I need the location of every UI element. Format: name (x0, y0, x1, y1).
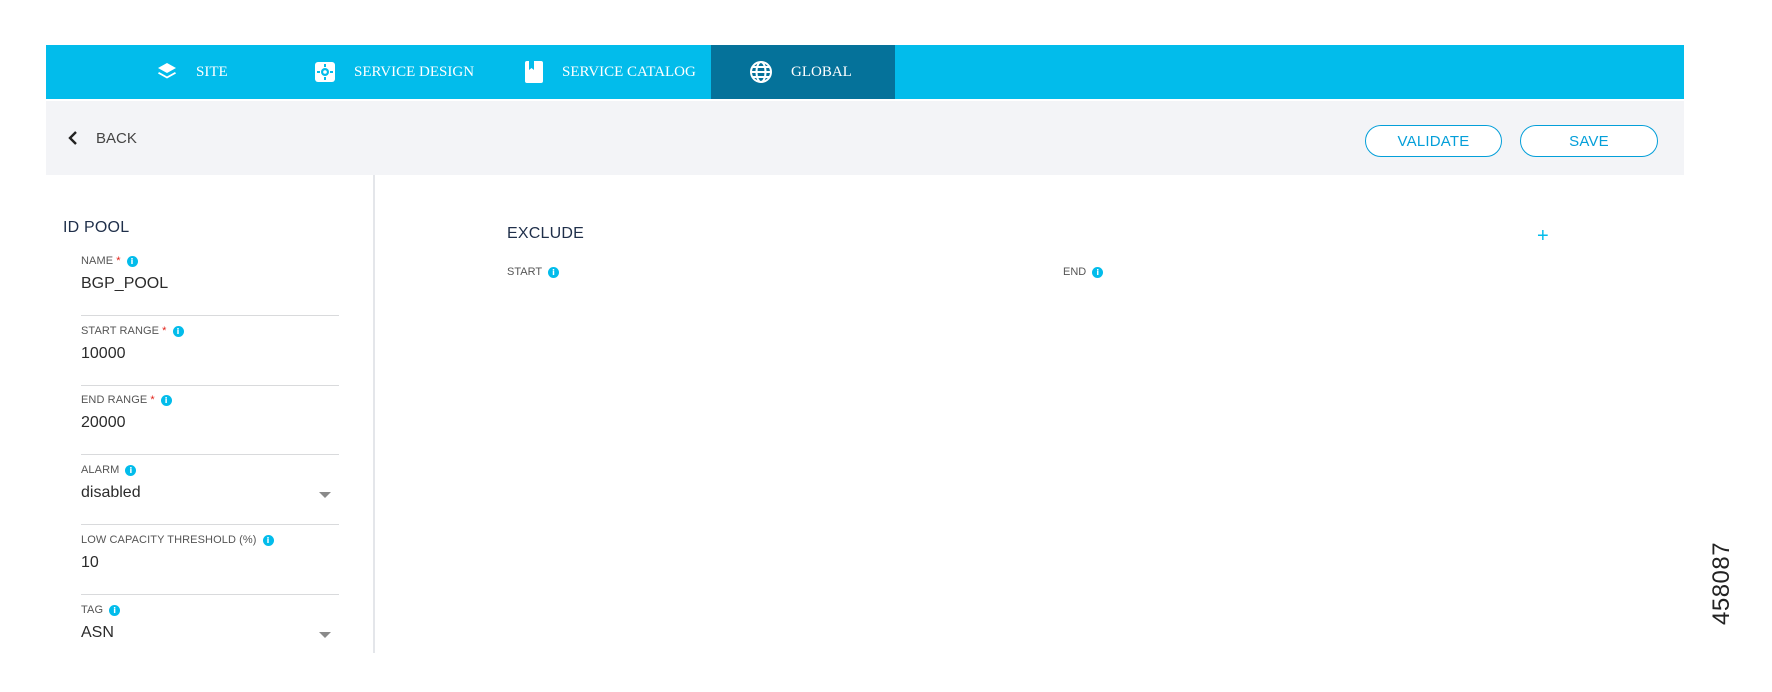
book-icon (524, 60, 544, 84)
field-label: TAG i (81, 604, 121, 616)
id-pool-panel: ID POOL NAME * i BGP_POOL START RANGE * i 10… (46, 175, 375, 653)
chevron-down-icon[interactable] (319, 632, 331, 638)
name-field[interactable]: NAME * i BGP_POOL (81, 255, 339, 316)
required-marker: * (116, 255, 121, 267)
tag-select[interactable]: TAG i ASN (81, 604, 339, 664)
id-pool-title: ID POOL (63, 219, 130, 236)
back-label: BACK (96, 129, 137, 147)
info-icon[interactable]: i (126, 255, 138, 267)
field-label: LOW CAPACITY THRESHOLD (%) i (81, 534, 274, 546)
end-range-field[interactable]: END RANGE * i 20000 (81, 394, 339, 455)
back-button[interactable]: BACK (68, 101, 137, 175)
alarm-value: disabled (81, 484, 141, 501)
service-design-icon (314, 61, 336, 83)
info-icon[interactable]: i (125, 464, 137, 476)
info-icon[interactable]: i (1092, 266, 1104, 278)
tab-label: SITE (196, 63, 228, 80)
field-label: ALARM i (81, 464, 137, 476)
start-range-field[interactable]: START RANGE * i 10000 (81, 325, 339, 386)
info-icon[interactable]: i (172, 325, 184, 337)
chevron-down-icon[interactable] (319, 492, 331, 498)
tab-global[interactable]: GLOBAL (711, 45, 895, 99)
figure-id: 458087 (1708, 541, 1735, 625)
field-label: START RANGE * i (81, 325, 184, 337)
info-icon[interactable]: i (262, 534, 274, 546)
end-range-value: 20000 (81, 414, 126, 431)
required-marker: * (162, 325, 167, 337)
field-label: NAME * i (81, 255, 138, 267)
info-icon[interactable]: i (109, 604, 121, 616)
threshold-value: 10 (81, 554, 99, 571)
globe-icon (749, 60, 773, 84)
tab-label: SERVICE CATALOG (562, 63, 696, 80)
exclude-start-label: START i (507, 266, 560, 278)
tab-label: GLOBAL (791, 63, 852, 80)
alarm-select[interactable]: ALARM i disabled (81, 464, 339, 525)
exclude-end-label: END i (1063, 266, 1104, 278)
validate-button[interactable]: VALIDATE (1365, 125, 1502, 157)
layers-icon (156, 61, 178, 83)
start-range-value: 10000 (81, 345, 126, 362)
action-bar: BACK VALIDATE SAVE (46, 101, 1684, 175)
tab-service-design[interactable]: SERVICE DESIGN (314, 45, 514, 99)
tab-label: SERVICE DESIGN (354, 63, 475, 80)
field-label: END RANGE * i (81, 394, 172, 406)
tag-value: ASN (81, 624, 114, 641)
tab-site[interactable]: SITE (156, 45, 306, 99)
tab-service-catalog[interactable]: SERVICE CATALOG (524, 45, 724, 99)
top-nav: SITE SERVICE DESIGN SERVICE CATALOG GLOB… (46, 45, 1684, 99)
info-icon[interactable]: i (548, 266, 560, 278)
add-exclude-button[interactable]: + (1537, 226, 1549, 246)
low-capacity-threshold-field[interactable]: LOW CAPACITY THRESHOLD (%) i 10 (81, 534, 339, 595)
save-button[interactable]: SAVE (1520, 125, 1658, 157)
required-marker: * (150, 394, 155, 406)
chevron-left-icon (68, 131, 78, 145)
name-value: BGP_POOL (81, 275, 169, 292)
info-icon[interactable]: i (160, 394, 172, 406)
exclude-title: EXCLUDE (507, 225, 584, 242)
